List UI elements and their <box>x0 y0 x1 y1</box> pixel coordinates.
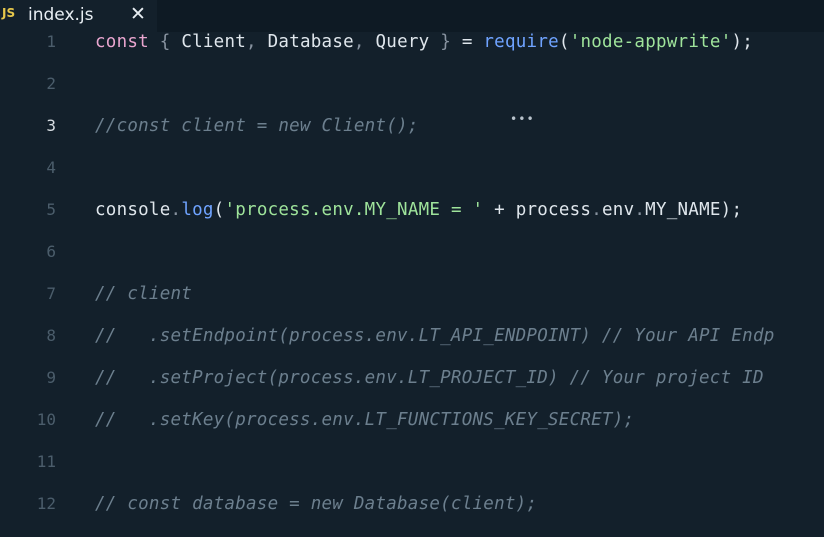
code-line[interactable]: 3 //const client = new Client(); <box>0 105 824 147</box>
code-token: + process <box>483 200 592 220</box>
code-token: // const database = new Database(client)… <box>95 494 538 514</box>
code-line[interactable]: 1 const { Client, Database, Query } = req… <box>0 21 824 63</box>
line-number: 9 <box>46 368 56 387</box>
code-token: , <box>246 32 257 52</box>
code-token: 'process.env.MY_NAME = ' <box>224 200 484 220</box>
code-token: // .setKey(process.env.LT_FUNCTIONS_KEY_… <box>95 410 635 430</box>
line-number: 7 <box>46 284 56 303</box>
code-token: Client <box>170 32 247 52</box>
line-number: 8 <box>46 326 56 345</box>
line-number: 4 <box>46 158 56 177</box>
code-token: //const client = new Client(); <box>95 116 419 136</box>
code-token: . <box>591 200 602 220</box>
code-line[interactable]: 12 // const database = new Database(clien… <box>0 483 824 525</box>
line-number: 10 <box>36 410 56 429</box>
code-token: // client <box>95 284 193 304</box>
line-number: 11 <box>36 452 56 471</box>
code-token: 'node-appwrite' <box>569 32 732 52</box>
code-token: { <box>159 32 171 52</box>
line-number: 1 <box>46 32 56 51</box>
line-number: 2 <box>46 74 56 93</box>
code-line[interactable]: 7 // client <box>0 273 824 315</box>
code-token: MY_NAME); <box>645 200 743 220</box>
hint-dots-icon[interactable]: ••• <box>510 112 535 126</box>
code-line[interactable]: 4 <box>0 147 824 189</box>
code-token: , <box>353 32 365 52</box>
code-text[interactable]: // client <box>95 273 192 315</box>
code-token: Database <box>256 32 354 52</box>
code-text[interactable]: const { Client, Database, Query } = requ… <box>95 21 753 63</box>
line-number: 6 <box>46 242 56 261</box>
code-line[interactable]: 8 // .setEndpoint(process.env.LT_API_ENDP… <box>0 315 824 357</box>
code-line[interactable]: 5 console.log('process.env.MY_NAME = ' + … <box>0 189 824 231</box>
code-text[interactable]: console.log('process.env.MY_NAME = ' + p… <box>95 189 742 231</box>
code-token: = <box>451 32 484 52</box>
code-token: // .setEndpoint(process.env.LT_API_ENDPO… <box>95 326 775 346</box>
code-token: const <box>95 32 149 52</box>
line-number: 5 <box>46 200 56 219</box>
line-number: 12 <box>36 494 56 513</box>
line-number: 3 <box>46 116 56 135</box>
code-text[interactable]: //const client = new Client(); <box>95 105 419 147</box>
code-line[interactable]: 11 <box>0 441 824 483</box>
javascript-file-icon: JS <box>2 6 16 20</box>
code-token: // .setProject(process.env.LT_PROJECT_ID… <box>95 368 764 388</box>
code-token: } <box>440 32 452 52</box>
code-line[interactable]: 6 <box>0 231 824 273</box>
code-token: ); <box>731 32 754 52</box>
code-text[interactable]: // .setProject(process.env.LT_PROJECT_ID… <box>95 357 764 399</box>
code-token: env <box>602 200 635 220</box>
code-token: ( <box>213 200 225 220</box>
code-token: require <box>483 32 559 52</box>
code-token: Query <box>364 32 441 52</box>
code-editor[interactable]: 12// const database = new Database(clien… <box>0 32 824 537</box>
code-token: . <box>170 200 182 220</box>
code-line[interactable]: 10 // .setKey(process.env.LT_FUNCTIONS_KE… <box>0 399 824 441</box>
code-text[interactable]: // .setKey(process.env.LT_FUNCTIONS_KEY_… <box>95 399 634 441</box>
code-token: log <box>181 200 214 220</box>
code-token: console <box>95 200 171 220</box>
code-text[interactable]: // const database = new Database(client)… <box>95 483 537 525</box>
code-line[interactable]: 2 <box>0 63 824 105</box>
code-token: ( <box>558 32 570 52</box>
code-token: . <box>634 200 646 220</box>
code-line[interactable]: 9 // .setProject(process.env.LT_PROJECT_I… <box>0 357 824 399</box>
code-text[interactable]: // .setEndpoint(process.env.LT_API_ENDPO… <box>95 315 775 357</box>
